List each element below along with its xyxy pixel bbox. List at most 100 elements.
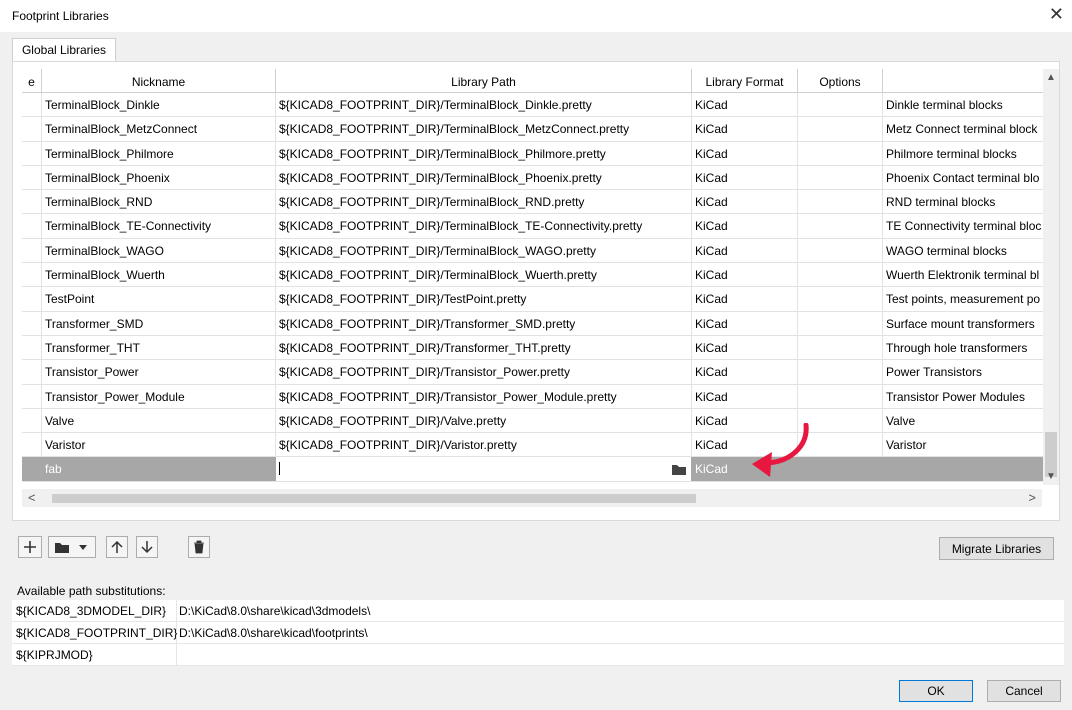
library-format-cell[interactable]: KiCad [692, 311, 798, 335]
nickname-cell[interactable]: Transistor_Power [42, 360, 276, 384]
table-row[interactable]: TerminalBlock_RND ${KICAD8_FOOTPRINT_DIR}… [22, 190, 1050, 215]
options-cell[interactable] [798, 360, 883, 384]
description-cell[interactable]: Surface mount transformers [883, 312, 1050, 335]
library-path-input[interactable] [276, 457, 692, 481]
table-row-new[interactable]: fab KiCad [22, 457, 1050, 482]
table-row[interactable]: TerminalBlock_MetzConnect ${KICAD8_FOOTPR… [22, 117, 1050, 142]
description-cell[interactable]: Philmore terminal blocks [883, 142, 1050, 165]
description-cell[interactable]: Transistor Power Modules [883, 385, 1050, 408]
table-row[interactable]: Varistor ${KICAD8_FOOTPRINT_DIR}/Varistor… [22, 433, 1050, 458]
enabled-cell[interactable] [22, 287, 42, 311]
nickname-cell[interactable]: Varistor [42, 433, 276, 457]
nickname-cell[interactable]: Valve [42, 408, 276, 433]
horizontal-scrollbar[interactable]: < > [22, 489, 1042, 507]
column-header-library-path[interactable]: Library Path [276, 69, 692, 92]
enabled-cell[interactable] [22, 457, 42, 481]
enabled-cell[interactable] [22, 408, 42, 433]
description-cell[interactable]: Varistor [883, 433, 1050, 456]
options-cell[interactable] [798, 190, 883, 214]
nickname-cell[interactable]: Transformer_SMD [42, 311, 276, 335]
options-cell[interactable] [798, 214, 883, 238]
table-row[interactable]: TerminalBlock_Wuerth ${KICAD8_FOOTPRINT_D… [22, 263, 1050, 288]
options-cell[interactable] [798, 165, 883, 190]
library-format-cell[interactable]: KiCad [692, 214, 798, 238]
nickname-cell[interactable]: TerminalBlock_Philmore [42, 141, 276, 165]
enabled-cell[interactable] [22, 335, 42, 360]
ok-button[interactable]: OK [899, 680, 973, 702]
column-header-library-format[interactable]: Library Format [692, 69, 798, 92]
add-library-button[interactable] [18, 536, 42, 558]
table-row[interactable]: TerminalBlock_Philmore ${KICAD8_FOOTPRINT… [22, 141, 1050, 166]
library-path-cell[interactable]: ${KICAD8_FOOTPRINT_DIR}/Transformer_THT.… [276, 335, 692, 360]
library-path-cell[interactable]: ${KICAD8_FOOTPRINT_DIR}/TerminalBlock_TE… [276, 214, 692, 238]
table-row[interactable]: TerminalBlock_TE-Connectivity ${KICAD8_FO… [22, 214, 1050, 239]
table-row[interactable]: Valve ${KICAD8_FOOTPRINT_DIR}/Valve.prett… [22, 408, 1050, 434]
description-cell[interactable]: Valve [883, 409, 1050, 432]
table-row[interactable]: Transistor_Power ${KICAD8_FOOTPRINT_DIR}/… [22, 360, 1050, 385]
library-format-cell[interactable]: KiCad [692, 117, 798, 141]
folder-icon[interactable] [671, 463, 687, 476]
library-format-cell[interactable]: KiCad [692, 335, 798, 360]
options-cell[interactable] [798, 287, 883, 311]
library-format-cell[interactable]: KiCad [692, 238, 798, 263]
table-row[interactable]: Transistor_Power_Module ${KICAD8_FOOTPRIN… [22, 384, 1050, 409]
chevron-down-icon[interactable] [76, 540, 90, 554]
library-path-cell[interactable]: ${KICAD8_FOOTPRINT_DIR}/Valve.pretty [276, 408, 692, 433]
library-format-cell[interactable]: KiCad [692, 263, 798, 287]
enabled-cell[interactable] [22, 263, 42, 287]
horizontal-scroll-thumb[interactable] [52, 494, 696, 503]
enabled-cell[interactable] [22, 433, 42, 457]
library-path-cell[interactable]: ${KICAD8_FOOTPRINT_DIR}/TerminalBlock_WA… [276, 238, 692, 263]
nickname-cell[interactable]: fab [42, 457, 276, 481]
nickname-cell[interactable]: TerminalBlock_MetzConnect [42, 117, 276, 141]
options-cell[interactable] [798, 311, 883, 335]
enabled-cell[interactable] [22, 190, 42, 214]
options-cell[interactable] [798, 93, 883, 117]
table-row[interactable]: Transformer_THT ${KICAD8_FOOTPRINT_DIR}/T… [22, 335, 1050, 361]
enabled-cell[interactable] [22, 165, 42, 190]
nickname-cell[interactable]: Transistor_Power_Module [42, 384, 276, 408]
enabled-cell[interactable] [22, 311, 42, 335]
scroll-right-icon[interactable]: > [1028, 490, 1036, 505]
library-path-cell[interactable]: ${KICAD8_FOOTPRINT_DIR}/Varistor.pretty [276, 433, 692, 457]
table-row[interactable]: TerminalBlock_Dinkle ${KICAD8_FOOTPRINT_D… [22, 93, 1050, 118]
move-up-button[interactable] [106, 536, 128, 558]
nickname-cell[interactable]: Transformer_THT [42, 335, 276, 360]
scroll-up-icon[interactable]: ▲ [1046, 72, 1056, 83]
enabled-cell[interactable] [22, 384, 42, 408]
description-cell[interactable]: WAGO terminal blocks [883, 239, 1050, 262]
column-header-options[interactable]: Options [798, 69, 883, 92]
description-cell[interactable]: RND terminal blocks [883, 190, 1050, 213]
options-cell[interactable] [798, 263, 883, 287]
nickname-cell[interactable]: TestPoint [42, 287, 276, 311]
library-path-cell[interactable]: ${KICAD8_FOOTPRINT_DIR}/TerminalBlock_Di… [276, 93, 692, 117]
enabled-cell[interactable] [22, 214, 42, 238]
library-path-cell[interactable]: ${KICAD8_FOOTPRINT_DIR}/Transistor_Power… [276, 384, 692, 408]
library-path-cell[interactable]: ${KICAD8_FOOTPRINT_DIR}/TerminalBlock_Wu… [276, 263, 692, 287]
library-path-cell[interactable]: ${KICAD8_FOOTPRINT_DIR}/TerminalBlock_Me… [276, 117, 692, 141]
description-cell[interactable]: Test points, measurement po [883, 287, 1050, 310]
description-cell[interactable]: Metz Connect terminal block [883, 117, 1050, 140]
enabled-cell[interactable] [22, 117, 42, 141]
description-cell[interactable] [883, 457, 1050, 480]
enabled-cell[interactable] [22, 238, 42, 263]
description-cell[interactable]: Phoenix Contact terminal blo [883, 166, 1050, 189]
library-format-cell[interactable]: KiCad [692, 93, 798, 117]
table-row[interactable]: Transformer_SMD ${KICAD8_FOOTPRINT_DIR}/T… [22, 311, 1050, 336]
library-format-cell[interactable]: KiCad [692, 287, 798, 311]
column-header-description[interactable] [883, 69, 1050, 92]
table-row[interactable]: TerminalBlock_WAGO ${KICAD8_FOOTPRINT_DIR… [22, 238, 1050, 264]
description-cell[interactable]: Wuerth Elektronik terminal bl [883, 263, 1050, 286]
options-cell[interactable] [798, 238, 883, 263]
tab-global-libraries[interactable]: Global Libraries [12, 38, 116, 62]
move-down-button[interactable] [136, 536, 158, 558]
close-icon[interactable]: ✕ [1049, 4, 1064, 25]
table-row[interactable]: TerminalBlock_Phoenix ${KICAD8_FOOTPRINT_… [22, 165, 1050, 191]
nickname-cell[interactable]: TerminalBlock_Phoenix [42, 165, 276, 190]
column-header-enabled[interactable]: e [22, 69, 42, 92]
nickname-cell[interactable]: TerminalBlock_TE-Connectivity [42, 214, 276, 238]
library-path-cell[interactable]: ${KICAD8_FOOTPRINT_DIR}/Transistor_Power… [276, 360, 692, 384]
description-cell[interactable]: Power Transistors [883, 360, 1050, 383]
options-cell[interactable] [798, 117, 883, 141]
options-cell[interactable] [798, 384, 883, 408]
